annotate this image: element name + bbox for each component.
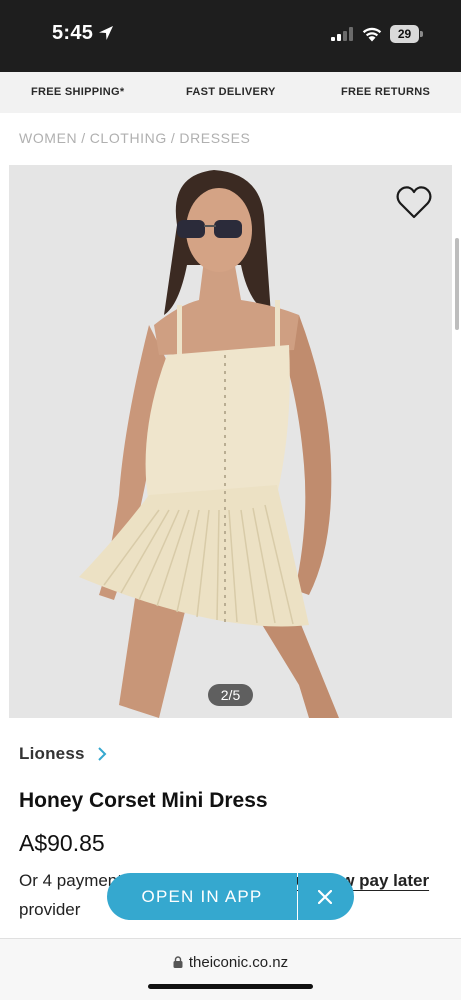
- wishlist-heart-icon[interactable]: [395, 184, 433, 220]
- address-bar[interactable]: theiconic.co.nz: [0, 954, 461, 971]
- page-scrollbar[interactable]: [455, 238, 459, 330]
- brand-name: Lioness: [19, 744, 85, 763]
- open-in-app-button[interactable]: OPEN IN APP: [107, 873, 297, 920]
- location-arrow-icon: [99, 26, 113, 40]
- close-banner-button[interactable]: [298, 873, 354, 920]
- breadcrumb: WOMEN / CLOTHING / DRESSES: [19, 130, 250, 146]
- wifi-icon: [362, 27, 382, 42]
- promo-free-returns: FREE RETURNS: [341, 86, 431, 98]
- battery-level: 29: [390, 25, 419, 43]
- promo-strip: FREE SHIPPING* FAST DELIVERY FREE RETURN…: [0, 72, 461, 113]
- battery-indicator: 29: [390, 25, 423, 43]
- status-time: 5:45: [52, 22, 94, 44]
- product-photo: [79, 170, 339, 718]
- product-image[interactable]: 2/5: [9, 165, 452, 718]
- breadcrumb-separator: /: [81, 130, 86, 146]
- product-title: Honey Corset Mini Dress: [19, 789, 268, 812]
- product-price: A$90.85: [19, 830, 105, 856]
- url-text: theiconic.co.nz: [188, 954, 289, 971]
- image-counter: 2/5: [208, 684, 253, 706]
- brand-link[interactable]: Lioness: [19, 744, 107, 764]
- breadcrumb-dresses[interactable]: DRESSES: [179, 130, 250, 146]
- chevron-right-icon: [98, 747, 107, 761]
- status-bar: 5:45 29: [0, 0, 461, 72]
- breadcrumb-women[interactable]: WOMEN: [19, 130, 77, 146]
- cellular-signal-icon: [331, 27, 353, 41]
- promo-fast-delivery: FAST DELIVERY: [186, 86, 276, 98]
- breadcrumb-clothing[interactable]: CLOTHING: [90, 130, 167, 146]
- payment-suffix: provider: [19, 900, 81, 919]
- lock-icon: [173, 956, 183, 968]
- breadcrumb-separator: /: [170, 130, 176, 146]
- close-icon: [318, 890, 332, 904]
- battery-tip: [420, 31, 423, 37]
- home-indicator[interactable]: [148, 984, 313, 989]
- promo-free-shipping: FREE SHIPPING*: [31, 86, 125, 98]
